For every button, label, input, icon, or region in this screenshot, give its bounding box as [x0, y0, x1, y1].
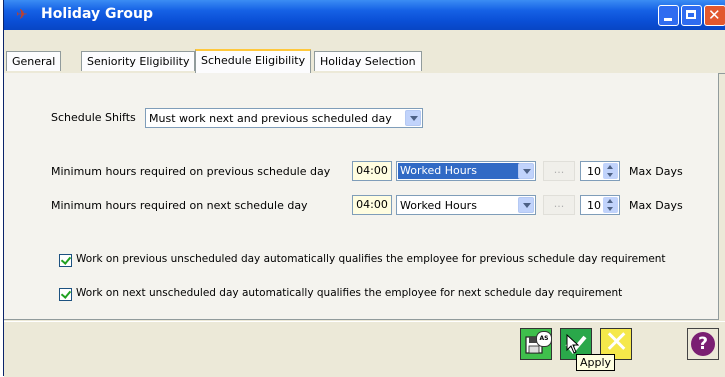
- tab-strip: General Seniority Eligibility Schedule E…: [4, 49, 725, 74]
- previous-day-ellipsis-button[interactable]: ...: [543, 161, 575, 181]
- help-icon: ?: [691, 332, 715, 356]
- holiday-app-icon: ✈: [16, 7, 28, 23]
- previous-unscheduled-day-checkbox[interactable]: [59, 254, 72, 267]
- tab-general[interactable]: General: [6, 51, 62, 71]
- tab-holiday-selection[interactable]: Holiday Selection: [314, 51, 422, 71]
- next-day-hours-type-value: Worked Hours: [400, 199, 477, 212]
- previous-day-max-days-value: 10: [587, 165, 601, 178]
- spinner-arrows-icon[interactable]: [603, 163, 618, 179]
- next-day-max-days-spinner[interactable]: 10: [580, 195, 620, 215]
- chevron-down-icon[interactable]: [518, 197, 534, 213]
- help-button[interactable]: ?: [687, 328, 719, 360]
- save-as-badge: AS: [536, 331, 552, 347]
- chevron-down-icon[interactable]: [405, 110, 421, 126]
- schedule-eligibility-panel: Schedule Shifts Must work next and previ…: [4, 73, 719, 320]
- previous-day-time-input[interactable]: 04:00: [352, 161, 392, 181]
- window-title: Holiday Group: [41, 6, 153, 22]
- next-day-time-input[interactable]: 04:00: [352, 195, 392, 215]
- next-day-hours-label: Minimum hours required on next schedule …: [51, 199, 308, 212]
- close-button[interactable]: ✕: [704, 5, 725, 26]
- mouse-cursor-icon: [566, 334, 580, 354]
- previous-day-hours-type-select[interactable]: Worked Hours: [396, 161, 536, 181]
- holiday-group-window: ✈ Holiday Group ✕ General Seniority Elig…: [3, 0, 725, 377]
- chevron-down-icon[interactable]: [518, 163, 534, 179]
- close-icon: ✕: [708, 6, 721, 24]
- apply-tooltip: Apply: [576, 354, 616, 371]
- previous-day-hours-label: Minimum hours required on previous sched…: [51, 165, 331, 178]
- next-day-ellipsis-button[interactable]: ...: [543, 195, 575, 215]
- next-day-max-days-label: Max Days: [629, 199, 683, 212]
- schedule-shifts-value: Must work next and previous scheduled da…: [149, 112, 392, 125]
- next-day-hours-type-select[interactable]: Worked Hours: [396, 195, 536, 215]
- previous-day-hours-type-value: Worked Hours: [398, 163, 522, 179]
- save-as-button[interactable]: AS: [520, 328, 552, 360]
- spinner-arrows-icon[interactable]: [603, 197, 618, 213]
- previous-unscheduled-day-label: Work on previous unscheduled day automat…: [76, 253, 666, 265]
- next-unscheduled-day-checkbox[interactable]: [59, 288, 72, 301]
- maximize-button[interactable]: [681, 5, 702, 26]
- minimize-button[interactable]: [658, 5, 679, 26]
- tab-schedule-eligibility[interactable]: Schedule Eligibility: [195, 49, 312, 73]
- previous-day-max-days-label: Max Days: [629, 165, 683, 178]
- next-day-max-days-value: 10: [587, 199, 601, 212]
- title-bar[interactable]: ✈ Holiday Group ✕: [4, 0, 725, 30]
- schedule-shifts-label: Schedule Shifts: [51, 111, 136, 124]
- next-unscheduled-day-label: Work on next unscheduled day automatical…: [76, 287, 623, 299]
- previous-day-max-days-spinner[interactable]: 10: [580, 161, 620, 181]
- schedule-shifts-select[interactable]: Must work next and previous scheduled da…: [145, 108, 423, 128]
- tab-seniority-eligibility[interactable]: Seniority Eligibility: [81, 51, 196, 71]
